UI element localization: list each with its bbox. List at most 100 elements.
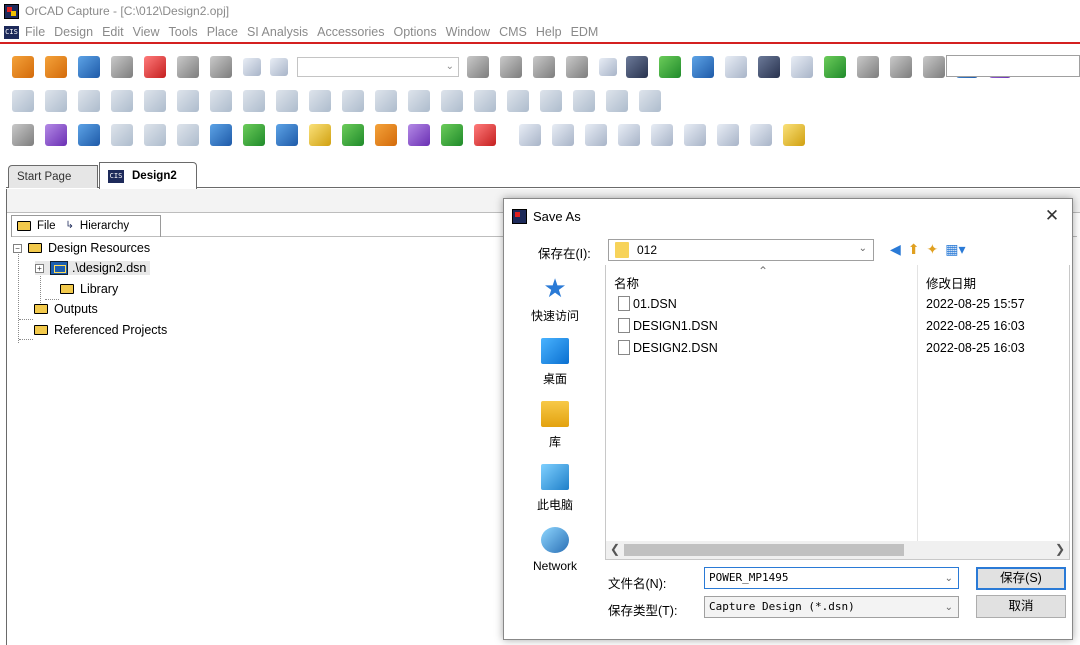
parts-list-icon[interactable] xyxy=(507,90,529,112)
menu-accessories[interactable]: Accessories xyxy=(317,25,384,39)
power-icon[interactable] xyxy=(243,124,265,146)
save-button[interactable]: 保存(S) xyxy=(976,567,1066,590)
bar-chart-icon[interactable] xyxy=(573,90,595,112)
file-row[interactable]: DESIGN2.DSN 2022-08-25 16:03 xyxy=(614,339,1064,359)
toolbar-search-input[interactable] xyxy=(946,55,1080,77)
column-header-date[interactable]: 修改日期 xyxy=(926,273,976,292)
tree-node-design-resources[interactable]: − Design Resources xyxy=(13,241,150,255)
schematic-icon[interactable] xyxy=(12,124,34,146)
menu-place[interactable]: Place xyxy=(207,25,238,39)
back-icon[interactable]: ◀ xyxy=(890,241,901,258)
place-library[interactable]: 库 xyxy=(518,401,592,450)
cross-reference-icon[interactable] xyxy=(791,56,813,78)
snap-grid-icon[interactable] xyxy=(857,56,879,78)
collapse-icon[interactable]: − xyxy=(13,243,22,253)
browse-icon[interactable] xyxy=(783,124,805,146)
copy-icon[interactable] xyxy=(177,56,199,78)
zoom-in-icon[interactable] xyxy=(467,56,489,78)
zoom-out-icon[interactable] xyxy=(500,56,522,78)
place-bus-icon[interactable] xyxy=(111,124,133,146)
place-this-pc[interactable]: 此电脑 xyxy=(518,464,592,513)
cancel-button[interactable]: 取消 xyxy=(976,595,1066,618)
differential-marker-icon[interactable] xyxy=(243,90,265,112)
paste-icon[interactable] xyxy=(210,56,232,78)
place-wire-icon[interactable] xyxy=(78,124,100,146)
compare-icon[interactable] xyxy=(606,90,628,112)
bus-entry-icon[interactable] xyxy=(177,124,199,146)
bias-power-icon[interactable] xyxy=(408,90,430,112)
menu-cms[interactable]: CMS xyxy=(499,25,527,39)
netlist-icon[interactable] xyxy=(725,56,747,78)
voltage-marker-icon[interactable] xyxy=(144,90,166,112)
off-page-connector-icon[interactable] xyxy=(309,124,331,146)
tree-node-outputs[interactable]: Outputs xyxy=(34,302,98,316)
hierarchical-port-icon[interactable] xyxy=(375,124,397,146)
place-desktop[interactable]: 桌面 xyxy=(518,338,592,387)
menu-help[interactable]: Help xyxy=(536,25,562,39)
area-select-icon[interactable] xyxy=(890,56,912,78)
tab-design2[interactable]: CIS Design2 xyxy=(99,162,197,189)
zoom-area-icon[interactable] xyxy=(533,56,555,78)
no-connect-icon[interactable] xyxy=(441,124,463,146)
probe-window-icon[interactable] xyxy=(474,90,496,112)
power-marker-icon[interactable] xyxy=(210,90,232,112)
bias-voltage-icon[interactable] xyxy=(276,90,298,112)
menu-edit[interactable]: Edit xyxy=(102,25,124,39)
align-left-icon[interactable] xyxy=(519,124,541,146)
align-middle-icon[interactable] xyxy=(651,124,673,146)
delete-icon[interactable] xyxy=(474,124,496,146)
annotate-icon[interactable] xyxy=(659,56,681,78)
menu-options[interactable]: Options xyxy=(394,25,437,39)
zoom-all-icon[interactable] xyxy=(566,56,588,78)
bom-icon[interactable] xyxy=(758,56,780,78)
tree-node-design2-dsn[interactable]: + .\design2.dsn xyxy=(35,261,151,275)
distribute-horizontal-icon[interactable] xyxy=(717,124,739,146)
up-folder-icon[interactable]: ⬆ xyxy=(908,241,920,258)
simulation-profile-icon[interactable] xyxy=(12,90,34,112)
file-type-select[interactable]: Capture Design (*.dsn) ⌄ xyxy=(704,596,959,618)
horizontal-scrollbar[interactable]: ❮ ❯ xyxy=(606,541,1069,559)
menu-si-analysis[interactable]: SI Analysis xyxy=(247,25,308,39)
new-file-icon[interactable] xyxy=(12,56,34,78)
tree-node-library[interactable]: Library xyxy=(60,282,118,296)
open-folder-icon[interactable] xyxy=(45,56,67,78)
place-quick-access[interactable]: ★ 快速访问 xyxy=(518,275,592,324)
bias-voltage-toggle-icon[interactable] xyxy=(309,90,331,112)
net-alias-icon[interactable] xyxy=(210,124,232,146)
menu-window[interactable]: Window xyxy=(446,25,490,39)
project-manager-icon[interactable] xyxy=(824,56,846,78)
part-search-combo[interactable]: ⌄ xyxy=(297,57,459,77)
help-query-icon[interactable] xyxy=(626,56,648,78)
close-icon[interactable]: ✕ xyxy=(1042,206,1062,226)
align-top-icon[interactable] xyxy=(618,124,640,146)
hierarchy-icon[interactable] xyxy=(923,56,945,78)
bias-power-toggle-icon[interactable] xyxy=(441,90,463,112)
hierarchical-pin-icon[interactable] xyxy=(408,124,430,146)
menu-edm[interactable]: EDM xyxy=(571,25,599,39)
scroll-right-icon[interactable]: ❯ xyxy=(1055,542,1065,556)
scrollbar-thumb[interactable] xyxy=(624,544,904,556)
orcad-app-icon[interactable] xyxy=(4,3,19,19)
menu-tools[interactable]: Tools xyxy=(169,25,198,39)
tree-node-referenced-projects[interactable]: Referenced Projects xyxy=(34,323,167,337)
file-row[interactable]: 01.DSN 2022-08-25 15:57 xyxy=(614,295,1064,315)
file-name-input[interactable]: POWER_MP1495 ⌄ xyxy=(704,567,959,589)
current-marker-icon[interactable] xyxy=(177,90,199,112)
hierarchical-block-icon[interactable] xyxy=(342,124,364,146)
distribute-vertical-icon[interactable] xyxy=(750,124,772,146)
drc-icon[interactable] xyxy=(692,56,714,78)
edit-profile-icon[interactable] xyxy=(45,90,67,112)
chevron-down-icon[interactable]: ⌄ xyxy=(945,569,953,589)
tab-start-page[interactable]: Start Page xyxy=(8,165,98,188)
place-part-icon[interactable] xyxy=(45,124,67,146)
app-menu-icon[interactable]: CIS xyxy=(4,25,19,39)
view-menu-icon[interactable]: ▦▾ xyxy=(945,241,965,258)
bias-current-icon[interactable] xyxy=(342,90,364,112)
bias-current-toggle-icon[interactable] xyxy=(375,90,397,112)
chart-icon[interactable] xyxy=(540,90,562,112)
undo-icon[interactable] xyxy=(243,58,261,76)
align-bottom-icon[interactable] xyxy=(684,124,706,146)
column-header-name[interactable]: 名称 xyxy=(614,273,639,292)
new-folder-icon[interactable]: ✦ xyxy=(927,241,939,258)
print-icon[interactable] xyxy=(111,56,133,78)
